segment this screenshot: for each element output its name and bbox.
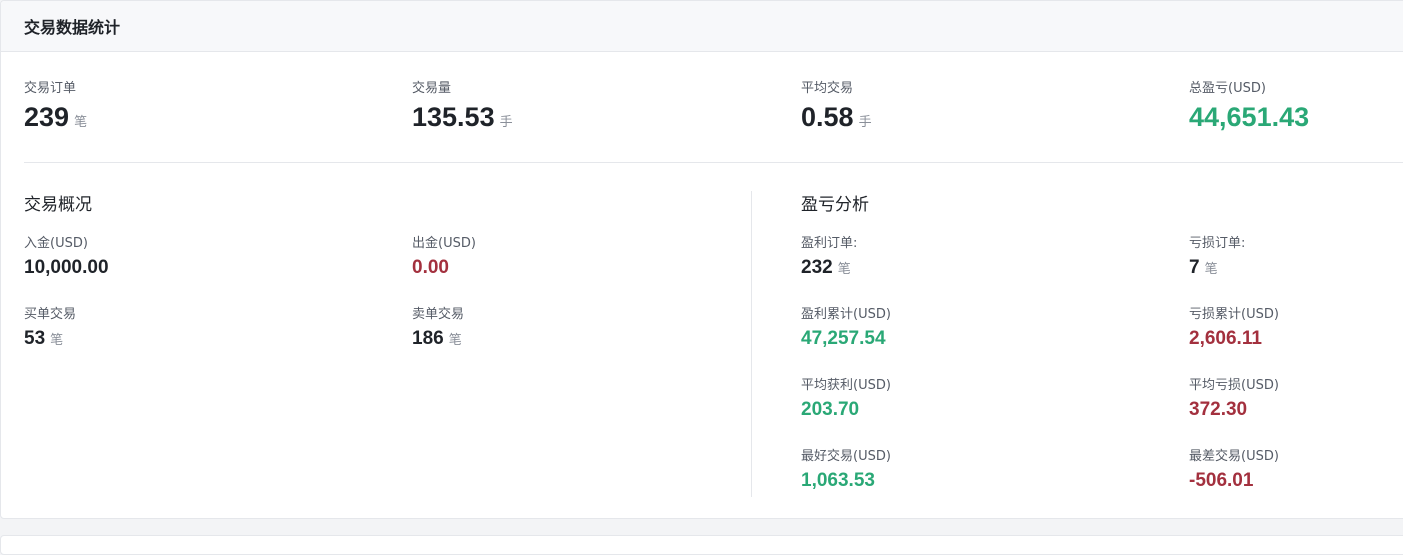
stat-label: 买单交易 bbox=[24, 307, 77, 322]
summary-orders: 交易订单 239 笔 bbox=[24, 80, 87, 134]
stat-unit: 笔 bbox=[837, 262, 851, 277]
summary-value: 239 bbox=[24, 102, 70, 132]
stat-value: 203.70 bbox=[801, 399, 860, 420]
section-divider bbox=[751, 191, 752, 497]
win-orders-stat: 盈利订单: 232 笔 bbox=[801, 235, 857, 281]
stat-value: 232 bbox=[801, 257, 833, 278]
stat-label: 盈利累计(USD) bbox=[801, 307, 891, 322]
summary-unit: 笔 bbox=[74, 115, 88, 130]
best-trade-stat: 最好交易(USD) 1,063.53 bbox=[801, 448, 891, 494]
stat-value: 186 bbox=[412, 328, 444, 349]
stat-value: 2,606.11 bbox=[1189, 328, 1262, 349]
avg-loss-stat: 平均亏损(USD) 372.30 bbox=[1189, 377, 1279, 423]
stat-value: 372.30 bbox=[1189, 399, 1248, 420]
card-title: 交易数据统计 bbox=[24, 18, 121, 37]
stat-label: 最好交易(USD) bbox=[801, 449, 891, 464]
pnl-title: 盈亏分析 bbox=[801, 195, 869, 215]
win-total-stat: 盈利累计(USD) 47,257.54 bbox=[801, 306, 891, 352]
summary-row: 交易订单 239 笔 交易量 135.53 手 平均交易 0.58 手 总盈亏(… bbox=[24, 52, 1403, 163]
summary-value: 135.53 bbox=[412, 102, 495, 132]
withdraw-stat: 出金(USD) 0.00 bbox=[412, 235, 476, 281]
stat-value: 53 bbox=[24, 328, 46, 349]
stat-value: 0.00 bbox=[412, 257, 449, 278]
loss-orders-stat: 亏损订单: 7 笔 bbox=[1189, 235, 1245, 281]
stat-label: 亏损订单: bbox=[1189, 236, 1246, 251]
stat-value: 1,063.53 bbox=[801, 470, 875, 491]
sell-stat: 卖单交易 186 笔 bbox=[412, 306, 464, 352]
stat-label: 盈利订单: bbox=[801, 236, 858, 251]
summary-volume: 交易量 135.53 手 bbox=[412, 80, 513, 134]
avg-win-stat: 平均获利(USD) 203.70 bbox=[801, 377, 891, 423]
card-header: 交易数据统计 bbox=[1, 1, 1403, 52]
summary-average: 平均交易 0.58 手 bbox=[801, 80, 872, 134]
stat-value: 10,000.00 bbox=[24, 257, 109, 278]
summary-unit: 手 bbox=[499, 115, 513, 130]
loss-total-stat: 亏损累计(USD) 2,606.11 bbox=[1189, 306, 1279, 352]
stat-unit: 笔 bbox=[50, 333, 64, 348]
summary-label: 总盈亏(USD) bbox=[1189, 81, 1266, 96]
stat-label: 亏损累计(USD) bbox=[1189, 307, 1279, 322]
next-card-edge bbox=[0, 535, 1403, 555]
stat-label: 平均亏损(USD) bbox=[1189, 378, 1279, 393]
stat-label: 最差交易(USD) bbox=[1189, 449, 1279, 464]
summary-value: 44,651.43 bbox=[1189, 102, 1310, 132]
stat-value: -506.01 bbox=[1189, 470, 1254, 491]
summary-total-pnl: 总盈亏(USD) 44,651.43 bbox=[1189, 80, 1309, 134]
overview-title: 交易概况 bbox=[24, 195, 92, 215]
stat-label: 出金(USD) bbox=[412, 236, 476, 251]
deposit-stat: 入金(USD) 10,000.00 bbox=[24, 235, 109, 281]
trade-stats-card: 交易数据统计 交易订单 239 笔 交易量 135.53 手 平均交易 0.58… bbox=[0, 0, 1403, 519]
stat-unit: 笔 bbox=[1204, 262, 1218, 277]
summary-value: 0.58 bbox=[801, 102, 854, 132]
stat-label: 卖单交易 bbox=[412, 307, 465, 322]
summary-label: 交易量 bbox=[412, 81, 452, 96]
summary-label: 交易订单 bbox=[24, 81, 77, 96]
buy-stat: 买单交易 53 笔 bbox=[24, 306, 76, 352]
worst-trade-stat: 最差交易(USD) -506.01 bbox=[1189, 448, 1279, 494]
stat-value: 7 bbox=[1189, 257, 1200, 278]
stat-label: 平均获利(USD) bbox=[801, 378, 891, 393]
stat-value: 47,257.54 bbox=[801, 328, 886, 349]
stat-unit: 笔 bbox=[448, 333, 462, 348]
summary-unit: 手 bbox=[858, 115, 872, 130]
stat-label: 入金(USD) bbox=[24, 236, 88, 251]
summary-label: 平均交易 bbox=[801, 81, 854, 96]
